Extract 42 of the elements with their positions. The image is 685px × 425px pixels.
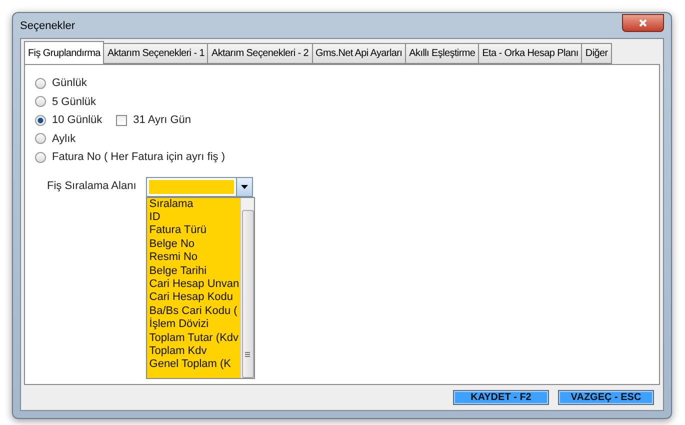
action-button[interactable]: KAYDET - F2	[453, 390, 549, 405]
list-item[interactable]: Belge No	[147, 238, 240, 252]
list-item[interactable]: ID	[147, 210, 240, 224]
option-label: Günlük	[52, 77, 87, 90]
field-label: Fiş Sıralama Alanı	[47, 180, 136, 192]
tab[interactable]: Fiş Gruplandırma	[24, 41, 104, 64]
window-title: Seçenekler	[20, 20, 76, 32]
tab[interactable]: Diğer	[581, 43, 612, 64]
list-item[interactable]: Genel Toplam (K	[147, 358, 240, 372]
tab[interactable]: Aktarım Seçenekleri - 2	[207, 43, 313, 64]
radio-button[interactable]	[35, 114, 46, 126]
caret-icon	[241, 184, 248, 188]
radio-button[interactable]	[35, 78, 46, 89]
radio-button[interactable]	[35, 152, 46, 163]
scrollbar[interactable]	[240, 198, 254, 378]
option-label: Aylık	[52, 132, 76, 145]
close-icon	[639, 18, 647, 26]
option-label: 10 Günlük	[52, 114, 102, 126]
radio-button[interactable]	[35, 96, 46, 108]
tab[interactable]: Akıllı Eşleştirme	[405, 43, 480, 64]
list-item[interactable]: Belge Tarihi	[147, 264, 240, 278]
radio-button[interactable]	[35, 133, 46, 144]
tab[interactable]: Aktarım Seçenekleri - 1	[103, 43, 208, 64]
list-item[interactable]: Fatura Türü	[147, 224, 240, 238]
grip-icon	[245, 352, 250, 356]
dropdown-button[interactable]	[236, 178, 252, 196]
list-item[interactable]: Toplam Tutar (Kdv	[147, 332, 240, 345]
option-label: 5 Günlük	[52, 96, 96, 108]
close-button[interactable]	[622, 14, 664, 32]
tab[interactable]: Gms.Net Api Ayarları	[312, 43, 406, 64]
list-item[interactable]: Toplam Kdv	[147, 344, 240, 358]
list-item[interactable]: Ba/Bs Cari Kodu (	[147, 304, 240, 318]
action-button[interactable]: VAZGEÇ - ESC	[558, 390, 654, 405]
list-item[interactable]: Cari Hesap Kodu	[147, 291, 240, 305]
list-item[interactable]: Sıralama	[147, 198, 240, 211]
list-item[interactable]: İşlem Dövizi	[147, 318, 240, 332]
checkbox[interactable]	[116, 114, 128, 126]
list-item[interactable]: Cari Hesap Unvan	[147, 278, 240, 292]
checkbox-label: 31 Ayrı Gün	[133, 114, 192, 126]
option-label: Fatura No ( Her Fatura için ayrı fiş )	[52, 151, 225, 164]
tab[interactable]: Eta - Orka Hesap Planı	[478, 43, 582, 64]
list-item[interactable]: Resmi No	[147, 251, 240, 265]
